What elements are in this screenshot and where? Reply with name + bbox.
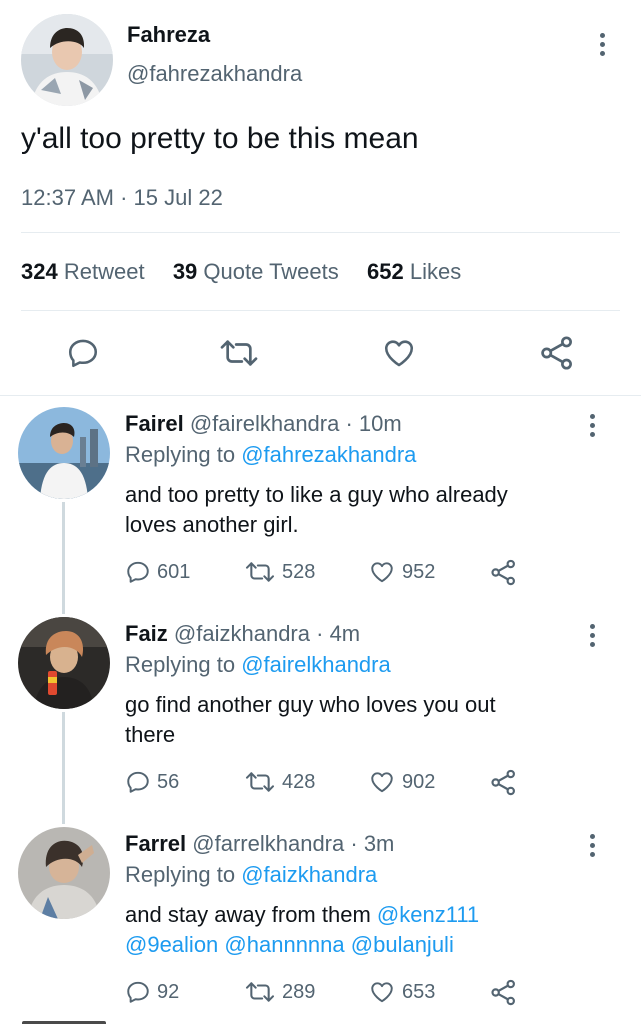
like-count: 653: [402, 980, 436, 1003]
retweet-icon[interactable]: [219, 336, 259, 375]
reply-author-name[interactable]: Fairel: [125, 411, 184, 436]
reply-text-line: go find another guy who loves you out: [125, 692, 496, 717]
reply-text-line: there: [125, 722, 176, 747]
like-count: 902: [402, 770, 436, 793]
reply-author-handle[interactable]: @fairelkhandra: [190, 411, 340, 436]
like-button[interactable]: 653: [368, 979, 435, 1005]
reply-button[interactable]: 601: [125, 559, 190, 585]
reply-icon: [127, 981, 149, 1003]
like-button[interactable]: 902: [368, 769, 435, 795]
replying-to: Replying to @fahrezakhandra: [125, 442, 416, 468]
divider: [21, 310, 620, 311]
reply-icon: [127, 561, 149, 583]
reply-count: 56: [157, 770, 180, 793]
mention-link[interactable]: @bulanjuli: [351, 932, 454, 957]
reply-age[interactable]: · 10m: [345, 411, 401, 436]
reply-count: 601: [157, 560, 191, 583]
reply-text: go find another guy who loves you out th…: [125, 690, 496, 750]
tweet-text: y'all too pretty to be this mean: [21, 122, 419, 155]
tweet-timestamp[interactable]: 12:37 AM · 15 Jul 22: [21, 185, 223, 211]
retweet-button[interactable]: 528: [244, 559, 315, 585]
replying-to-label: Replying to: [125, 442, 236, 467]
reply-icon: [127, 771, 149, 793]
quotes-count: 39: [172, 259, 198, 284]
retweet-button[interactable]: 428: [244, 769, 315, 795]
reply-text-line: loves another girl.: [125, 512, 299, 537]
more-icon[interactable]: [600, 33, 606, 60]
replying-to: Replying to @faizkhandra: [125, 862, 377, 888]
retweets-label: Retweet: [63, 259, 145, 284]
replying-to: Replying to @fairelkhandra: [125, 652, 391, 678]
reply-author-handle[interactable]: @faizkhandra: [174, 621, 310, 646]
author-name[interactable]: Fahreza: [127, 22, 210, 48]
reply-text: and too pretty to like a guy who already…: [125, 480, 508, 540]
tweet-stats: 324 Retweet 39 Quote Tweets 652 Likes: [21, 259, 461, 285]
timestamp-separator: ·: [120, 185, 128, 210]
retweet-count: 289: [282, 980, 316, 1003]
reply-author-name[interactable]: Faiz: [125, 621, 168, 646]
mention-link[interactable]: @hannnnna: [224, 932, 344, 957]
reply-text-line: and stay away from them @kenz111: [125, 900, 479, 930]
retweet-icon: [245, 562, 275, 582]
reply-author-name[interactable]: Farrel: [125, 831, 186, 856]
mention-link[interactable]: @kenz111: [377, 902, 479, 927]
divider: [0, 395, 641, 396]
avatar-fahreza[interactable]: [21, 14, 113, 106]
retweet-count: 428: [282, 770, 316, 793]
avatar-fairel[interactable]: [18, 407, 110, 499]
retweet-count: 528: [282, 560, 316, 583]
reply-age[interactable]: · 4m: [316, 621, 360, 646]
replying-to-label: Replying to: [125, 862, 236, 887]
more-icon[interactable]: [590, 834, 596, 861]
reply-author-handle[interactable]: @farrelkhandra: [192, 831, 344, 856]
like-icon: [371, 772, 393, 793]
like-button[interactable]: 952: [368, 559, 435, 585]
more-icon[interactable]: [590, 624, 596, 651]
tweet-time: 12:37 AM: [21, 185, 114, 210]
replying-to-label: Replying to: [125, 652, 236, 677]
share-icon[interactable]: [538, 334, 576, 377]
retweet-button[interactable]: 289: [244, 979, 315, 1005]
replying-to-handle[interactable]: @faizkhandra: [241, 862, 377, 887]
reply-button[interactable]: 92: [125, 979, 179, 1005]
share-icon[interactable]: [489, 768, 518, 802]
avatar-farrel[interactable]: [18, 827, 110, 919]
like-count: 952: [402, 560, 436, 583]
likes-stat[interactable]: 652 Likes: [367, 259, 461, 284]
share-icon[interactable]: [489, 558, 518, 592]
reply-header: Fairel @fairelkhandra · 10m: [125, 411, 402, 437]
likes-count: 652: [367, 259, 404, 284]
tweet-date: 15 Jul 22: [133, 185, 223, 210]
reply-text-line: @9ealion @hannnnna @bulanjuli: [125, 930, 479, 960]
replying-to-handle[interactable]: @fahrezakhandra: [241, 442, 416, 467]
thread-line: [62, 502, 65, 614]
retweets-stat[interactable]: 324 Retweet: [21, 259, 145, 284]
author-handle[interactable]: @fahrezakhandra: [127, 61, 302, 87]
like-icon: [371, 562, 393, 583]
more-icon[interactable]: [590, 414, 596, 441]
reply-text-line: and too pretty to like a guy who already: [125, 482, 508, 507]
reply-text-content: and stay away from them: [125, 902, 371, 927]
avatar-faiz[interactable]: [18, 617, 110, 709]
retweet-icon: [245, 982, 275, 1002]
share-icon[interactable]: [489, 978, 518, 1012]
quotes-stat[interactable]: 39 Quote Tweets: [173, 259, 339, 284]
reply-header: Faiz @faizkhandra · 4m: [125, 621, 360, 647]
reply-count: 92: [157, 980, 180, 1003]
like-icon[interactable]: [381, 336, 417, 375]
mention-link[interactable]: @9ealion: [125, 932, 218, 957]
likes-label: Likes: [409, 259, 462, 284]
quotes-label: Quote Tweets: [203, 259, 339, 284]
retweets-count: 324: [21, 259, 58, 284]
replying-to-handle[interactable]: @fairelkhandra: [241, 652, 391, 677]
retweet-icon: [245, 772, 275, 792]
reply-icon[interactable]: [66, 336, 100, 375]
thread-line: [62, 712, 65, 824]
reply-button[interactable]: 56: [125, 769, 179, 795]
like-icon: [371, 982, 393, 1003]
reply-text: and stay away from them @kenz111 @9ealio…: [125, 900, 479, 960]
reply-age[interactable]: · 3m: [350, 831, 394, 856]
reply-header: Farrel @farrelkhandra · 3m: [125, 831, 394, 857]
divider: [21, 232, 620, 233]
